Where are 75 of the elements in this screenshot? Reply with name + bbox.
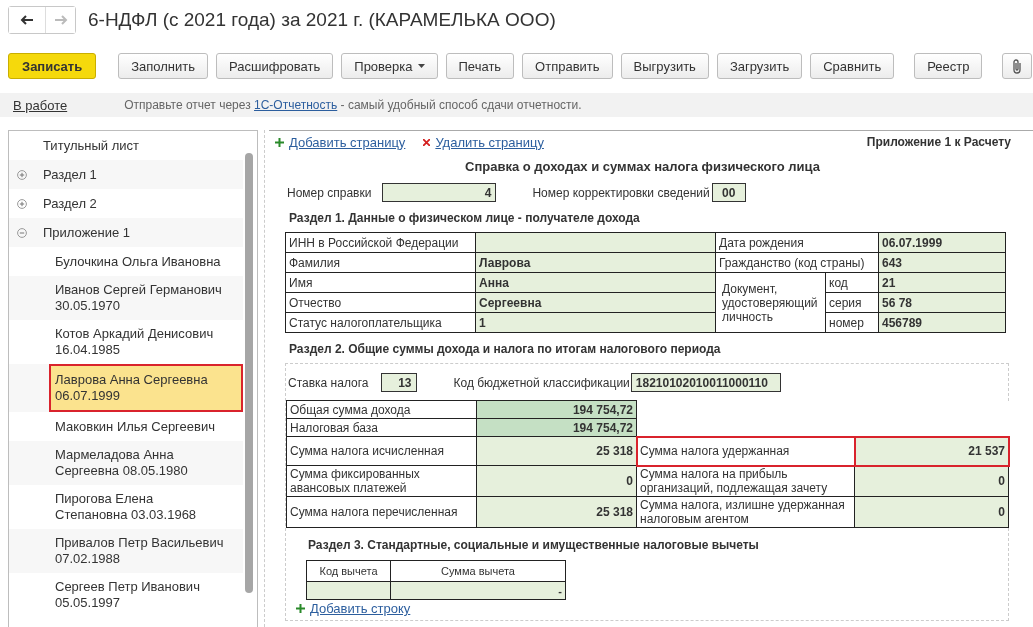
input-cell[interactable]: 0: [476, 465, 637, 497]
budget-code-field[interactable]: 18210102010011000110: [630, 373, 781, 392]
attach-button[interactable]: [1002, 53, 1033, 79]
expand-icon: [17, 169, 27, 180]
collapse-icon: [17, 227, 27, 238]
service-link[interactable]: 1С-Отчетность: [254, 98, 338, 112]
input-cell[interactable]: 25 318: [476, 436, 637, 466]
tree-item[interactable]: Раздел 2: [9, 189, 243, 218]
table-cell: Отчество: [285, 292, 476, 313]
plus-icon: [275, 137, 284, 147]
window-title: 6-НДФЛ (с 2021 года) за 2021 г. (КАРАМЕЛЬКА ООО): [88, 9, 556, 31]
table-cell: Общая сумма дохода: [286, 400, 477, 419]
column-header: Код вычета: [306, 560, 391, 582]
section-title: Раздел 1. Данные о физическом лице - получателе дохода: [289, 211, 641, 225]
dropdown-button[interactable]: Проверка: [341, 53, 438, 79]
toolbar-button[interactable]: Загрузить: [716, 53, 803, 79]
table-cell: Сумма налога перечисленная: [286, 496, 477, 528]
tree-item[interactable]: Булочкина Ольга Ивановна: [49, 247, 243, 276]
tree-item[interactable]: Пирогова Елена Степановна 03.03.1968: [49, 485, 243, 529]
table-cell: Имя: [285, 272, 476, 293]
tax-rate-field[interactable]: 13: [380, 373, 417, 392]
correction-number-field[interactable]: 00: [711, 183, 746, 202]
tree-item[interactable]: Котов Аркадий Денисович 16.04.1985: [49, 320, 243, 364]
input-cell[interactable]: 25 318: [476, 496, 637, 528]
delete-page-link[interactable]: Удалить страницу: [435, 134, 544, 150]
table-cell: Фамилия: [285, 252, 476, 273]
toolbar-button[interactable]: Сравнить: [810, 53, 895, 79]
form-heading: Справка о доходах и суммах налога физического лица: [464, 159, 821, 174]
right-arrow-icon: [53, 15, 68, 25]
certificate-number-field[interactable]: 4: [382, 183, 497, 202]
table-cell: Статус налогоплательщика: [285, 312, 476, 333]
left-arrow-icon: [20, 15, 34, 25]
tree-item[interactable]: Сергеев Петр Иванович 05.05.1997: [49, 573, 243, 617]
input-cell[interactable]: 06.07.1999: [878, 232, 1006, 253]
table-cell: Дата рождения: [715, 232, 879, 253]
save-button[interactable]: Записать: [8, 53, 97, 79]
field-label: Код бюджетной классификации: [453, 375, 630, 390]
caret-icon: [417, 64, 425, 68]
input-cell[interactable]: [475, 232, 716, 253]
plus-icon: [296, 604, 305, 613]
add-row-link[interactable]: Добавить строку: [310, 601, 411, 616]
input-cell[interactable]: 21 537: [854, 436, 1009, 466]
table-cell: ИНН в Российской Федерации: [285, 232, 476, 253]
status-link[interactable]: В работе: [13, 97, 68, 113]
expand-icon: [17, 198, 27, 209]
input-cell[interactable]: 0: [854, 465, 1009, 497]
field-label: Номер корректировки сведений: [532, 185, 710, 200]
appendix-label: Приложение 1 к Расчету: [866, 135, 1011, 149]
toolbar-button[interactable]: Печать: [445, 53, 515, 79]
tree-item[interactable]: Раздел 1: [9, 160, 243, 189]
input-cell[interactable]: 194 754,72: [476, 400, 637, 419]
tree-item[interactable]: Маковкин Илья Сергеевич: [49, 412, 243, 441]
column-header: Сумма вычета: [390, 560, 566, 582]
toolbar-button[interactable]: Заполнить: [118, 53, 209, 79]
info-message: Отправьте отчет через 1С-Отчетность - самый удобный способ сдачи отчетности.: [124, 98, 582, 112]
tree-item[interactable]: Приложение 1: [9, 218, 243, 247]
input-cell[interactable]: 0: [854, 496, 1009, 528]
add-page-link[interactable]: Добавить страницу: [289, 134, 406, 150]
toolbar-button[interactable]: Отправить: [522, 53, 613, 79]
table-cell: Сумма налога удержанная: [636, 436, 855, 466]
toolbar-button[interactable]: Расшифровать: [216, 53, 334, 79]
table-cell: Сумма фиксированных авансовых платежей: [286, 465, 477, 497]
tree-item[interactable]: Лаврова Анна Сергеевна 06.07.1999: [49, 364, 243, 412]
close-icon: [423, 138, 431, 146]
section-title: Раздел 3. Стандартные, социальные и имущественные налоговые вычеты: [308, 538, 760, 552]
section-title: Раздел 2. Общие суммы дохода и налога по итогам налогового периода: [289, 342, 722, 356]
table-cell: Сумма налога исчисленная: [286, 436, 477, 466]
table-cell: Сумма налога, излишне удержанная налоговым агентом: [636, 496, 855, 528]
tree-item[interactable]: Титульный лист: [9, 131, 243, 160]
toolbar-button[interactable]: Реестр: [914, 53, 983, 79]
field-label: Номер справки: [287, 185, 372, 200]
toolbar-button[interactable]: Выгрузить: [620, 53, 709, 79]
field-label: Ставка налога: [288, 375, 369, 390]
paperclip-icon: [1011, 58, 1024, 74]
table-cell: Сумма налога на прибыль организаций, подлежащая зачету: [636, 465, 855, 497]
